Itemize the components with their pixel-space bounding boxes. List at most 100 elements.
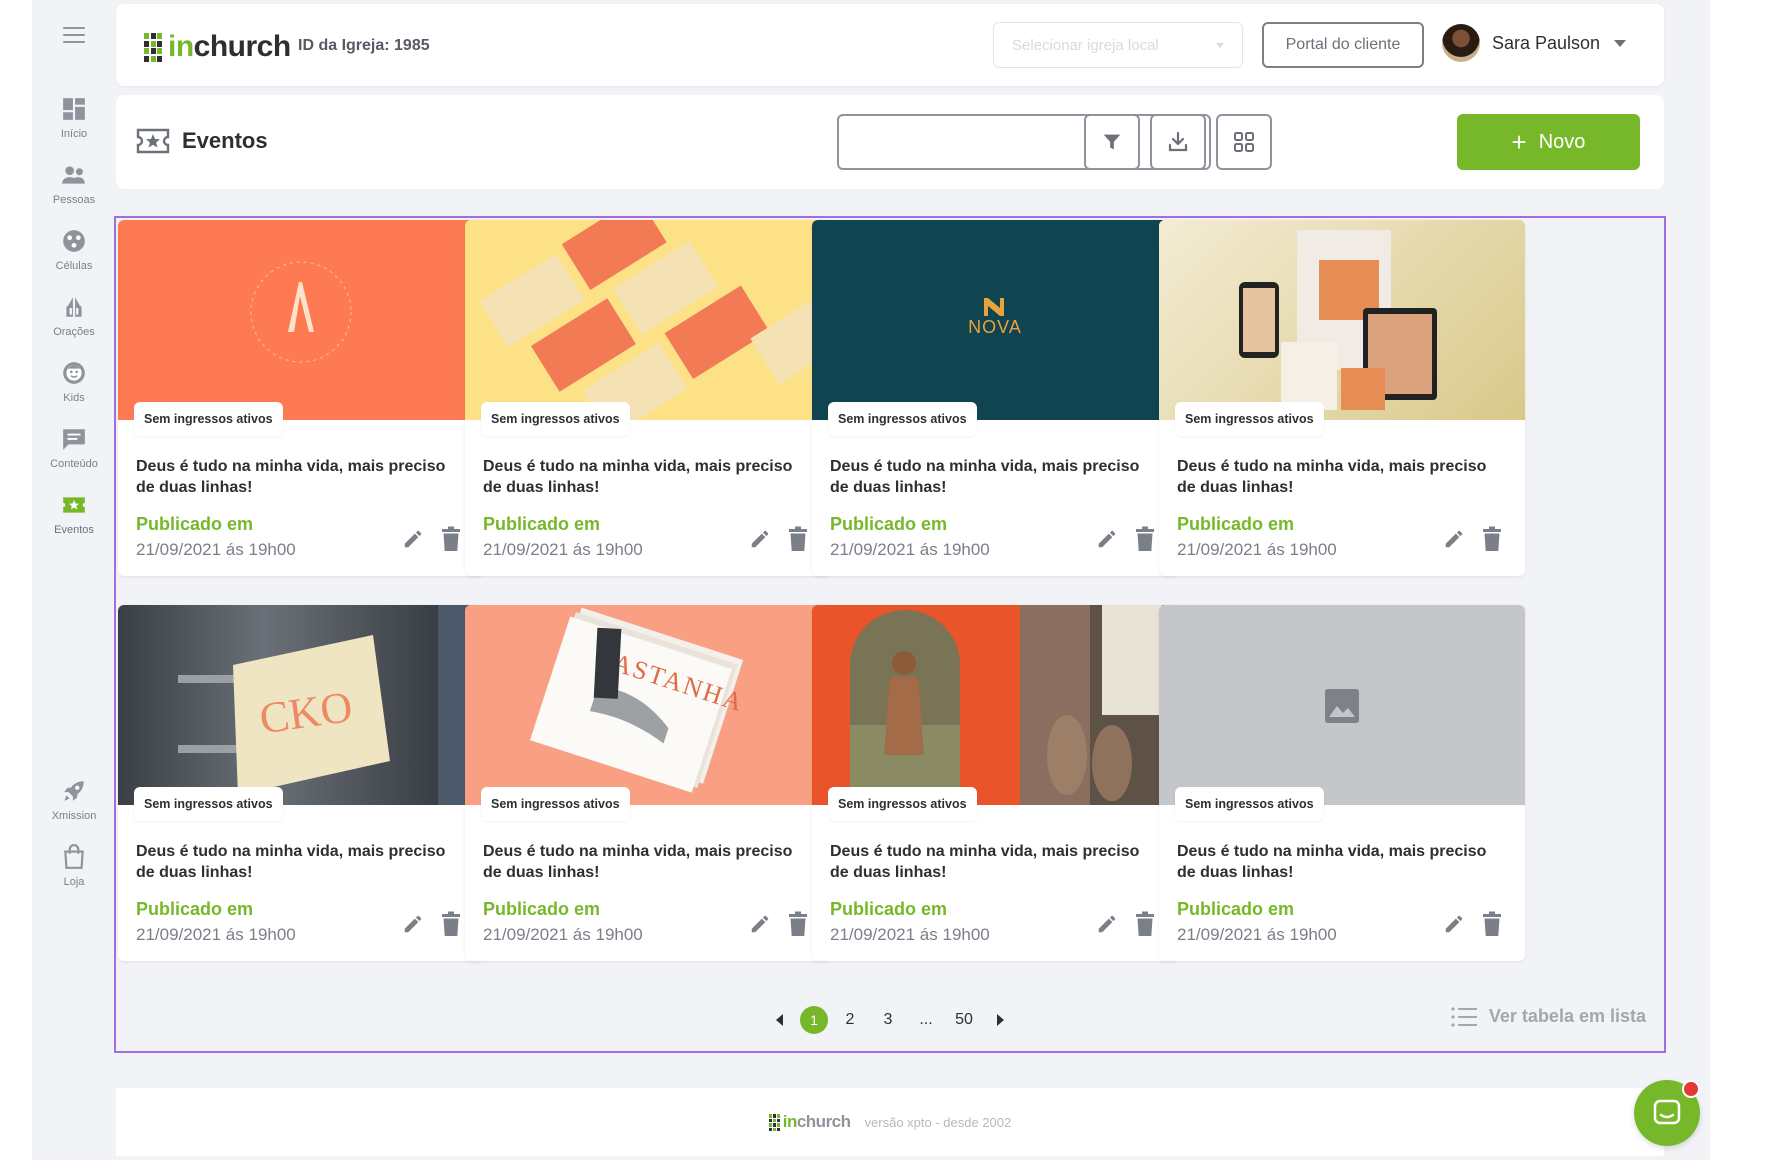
download-button[interactable] <box>1150 114 1206 170</box>
sidebar-item-conteudo[interactable]: Conteúdo <box>32 426 116 470</box>
logo-grid-icon <box>144 33 164 62</box>
page-number[interactable]: 3 <box>872 1006 904 1034</box>
event-cover-image <box>1159 220 1525 420</box>
sidebar-item-eventos[interactable]: Eventos <box>32 492 116 536</box>
delete-trash-icon[interactable] <box>440 911 462 937</box>
next-page-icon[interactable] <box>997 1013 1004 1026</box>
sidebar-item-label: Loja <box>63 876 85 888</box>
published-label: Publicado em <box>830 899 948 919</box>
event-cover-image: CASTANHA <box>465 605 831 805</box>
sidebar-item-label: Eventos <box>54 524 94 536</box>
sidebar: Início Pessoas Células Orações Kids Cont… <box>32 0 116 1160</box>
grid-view-button[interactable] <box>1216 114 1272 170</box>
event-cover-image <box>1159 605 1525 805</box>
sidebar-item-oracoes[interactable]: Orações <box>32 294 116 338</box>
footer-logo: inchurch <box>768 1112 851 1132</box>
sidebar-item-celulas[interactable]: Células <box>32 228 116 272</box>
new-event-button[interactable]: + Novo <box>1457 114 1640 170</box>
event-card[interactable]: Sem ingressos ativos Deus é tudo na minh… <box>118 220 484 576</box>
event-card[interactable]: Sem ingressos ativos Deus é tudo na minh… <box>1159 220 1525 576</box>
published-label: Publicado em <box>483 899 601 919</box>
edit-pencil-icon[interactable] <box>749 913 771 935</box>
edit-pencil-icon[interactable] <box>402 913 424 935</box>
edit-pencil-icon[interactable] <box>1096 528 1118 550</box>
page-number[interactable]: 50 <box>948 1006 980 1034</box>
event-card[interactable]: Sem ingressos ativos Deus é tudo na minh… <box>812 605 1178 961</box>
previous-page-icon[interactable] <box>776 1013 783 1026</box>
published-date: 21/09/2021 ás 19h00 <box>136 925 296 944</box>
delete-trash-icon[interactable] <box>440 526 462 552</box>
cells-icon <box>63 230 85 252</box>
published-date: 21/09/2021 ás 19h00 <box>1177 925 1337 944</box>
event-cover-image: NOVA <box>812 220 1178 420</box>
ticket-status-badge: Sem ingressos ativos <box>134 402 283 436</box>
page-title: Eventos <box>182 128 268 153</box>
local-church-select[interactable]: Selecionar igreja local <box>993 22 1243 68</box>
delete-trash-icon[interactable] <box>1134 911 1156 937</box>
page-number[interactable]: 1 <box>800 1005 828 1034</box>
sidebar-item-label: Kids <box>63 392 85 404</box>
download-icon <box>1168 131 1188 152</box>
people-icon <box>62 166 85 184</box>
sidebar-item-label: Pessoas <box>52 194 96 206</box>
top-header: inchurch ID da Igreja: 1985 Selecionar i… <box>116 4 1664 86</box>
published-label: Publicado em <box>1177 899 1295 919</box>
list-view-toggle[interactable]: Ver tabela em lista <box>1451 1006 1646 1027</box>
ticket-status-badge: Sem ingressos ativos <box>481 787 630 821</box>
edit-pencil-icon[interactable] <box>402 528 424 550</box>
sidebar-item-inicio[interactable]: Início <box>32 96 116 140</box>
delete-trash-icon[interactable] <box>787 526 809 552</box>
event-card[interactable]: CKO Sem ingressos ativos Deus é tudo na … <box>118 605 484 961</box>
inchurch-logo[interactable]: inchurch <box>144 30 291 64</box>
user-menu[interactable]: Sara Paulson <box>1442 24 1627 62</box>
edit-pencil-icon[interactable] <box>749 528 771 550</box>
event-card[interactable]: Sem ingressos ativos Deus é tudo na minh… <box>1159 605 1525 961</box>
event-card[interactable]: Sem ingressos ativos Deus é tudo na minh… <box>465 220 831 576</box>
grid-view-icon <box>1234 132 1254 152</box>
svg-text:NOVA: NOVA <box>968 317 1022 337</box>
event-card[interactable]: NOVA Sem ingressos ativos Deus é tudo na… <box>812 220 1178 576</box>
delete-trash-icon[interactable] <box>1481 526 1503 552</box>
filter-button[interactable] <box>1084 114 1140 170</box>
kids-face-icon <box>63 362 85 384</box>
delete-trash-icon[interactable] <box>787 911 809 937</box>
sidebar-item-label: Orações <box>53 326 95 338</box>
event-card[interactable]: CASTANHA Sem ingressos ativos Deus é tud… <box>465 605 831 961</box>
filter-icon <box>1103 134 1121 150</box>
edit-pencil-icon[interactable] <box>1443 913 1465 935</box>
client-portal-button[interactable]: Portal do cliente <box>1262 22 1424 68</box>
published-date: 21/09/2021 ás 19h00 <box>483 540 643 559</box>
published-date: 21/09/2021 ás 19h00 <box>830 925 990 944</box>
sidebar-item-loja[interactable]: Loja <box>32 844 116 888</box>
event-cover-image <box>118 220 484 420</box>
version-text: versão xpto - desde 2002 <box>864 1114 1012 1130</box>
rocket-icon <box>64 781 84 801</box>
event-title: Deus é tudo na minha vida, mais preciso … <box>483 458 793 496</box>
edit-pencil-icon[interactable] <box>1443 528 1465 550</box>
hamburger-menu-icon[interactable] <box>63 27 85 43</box>
sidebar-item-pessoas[interactable]: Pessoas <box>32 162 116 206</box>
chat-icon <box>1653 1099 1681 1125</box>
plus-icon: + <box>1511 127 1527 157</box>
image-placeholder-icon <box>1325 689 1359 723</box>
page-title-group: Eventos <box>136 127 268 155</box>
avatar <box>1442 24 1480 62</box>
event-cover-image: CKO <box>118 605 484 805</box>
sidebar-item-kids[interactable]: Kids <box>32 360 116 404</box>
sidebar-item-label: Início <box>60 128 88 140</box>
chevron-down-icon <box>1216 42 1224 48</box>
chat-button[interactable] <box>1634 1080 1700 1146</box>
delete-trash-icon[interactable] <box>1134 526 1156 552</box>
ticket-status-badge: Sem ingressos ativos <box>481 402 630 436</box>
edit-pencil-icon[interactable] <box>1096 913 1118 935</box>
notification-dot <box>1682 1080 1700 1098</box>
sidebar-item-xmission[interactable]: Xmission <box>32 778 116 822</box>
page-number[interactable]: 2 <box>834 1006 866 1034</box>
ticket-status-badge: Sem ingressos ativos <box>828 787 977 821</box>
shopping-bag-icon <box>64 844 84 869</box>
events-grid: Sem ingressos ativos Deus é tudo na minh… <box>114 216 1666 1053</box>
content-chat-icon <box>63 429 85 450</box>
delete-trash-icon[interactable] <box>1481 911 1503 937</box>
event-cover-image <box>465 220 831 420</box>
ticket-status-badge: Sem ingressos ativos <box>134 787 283 821</box>
